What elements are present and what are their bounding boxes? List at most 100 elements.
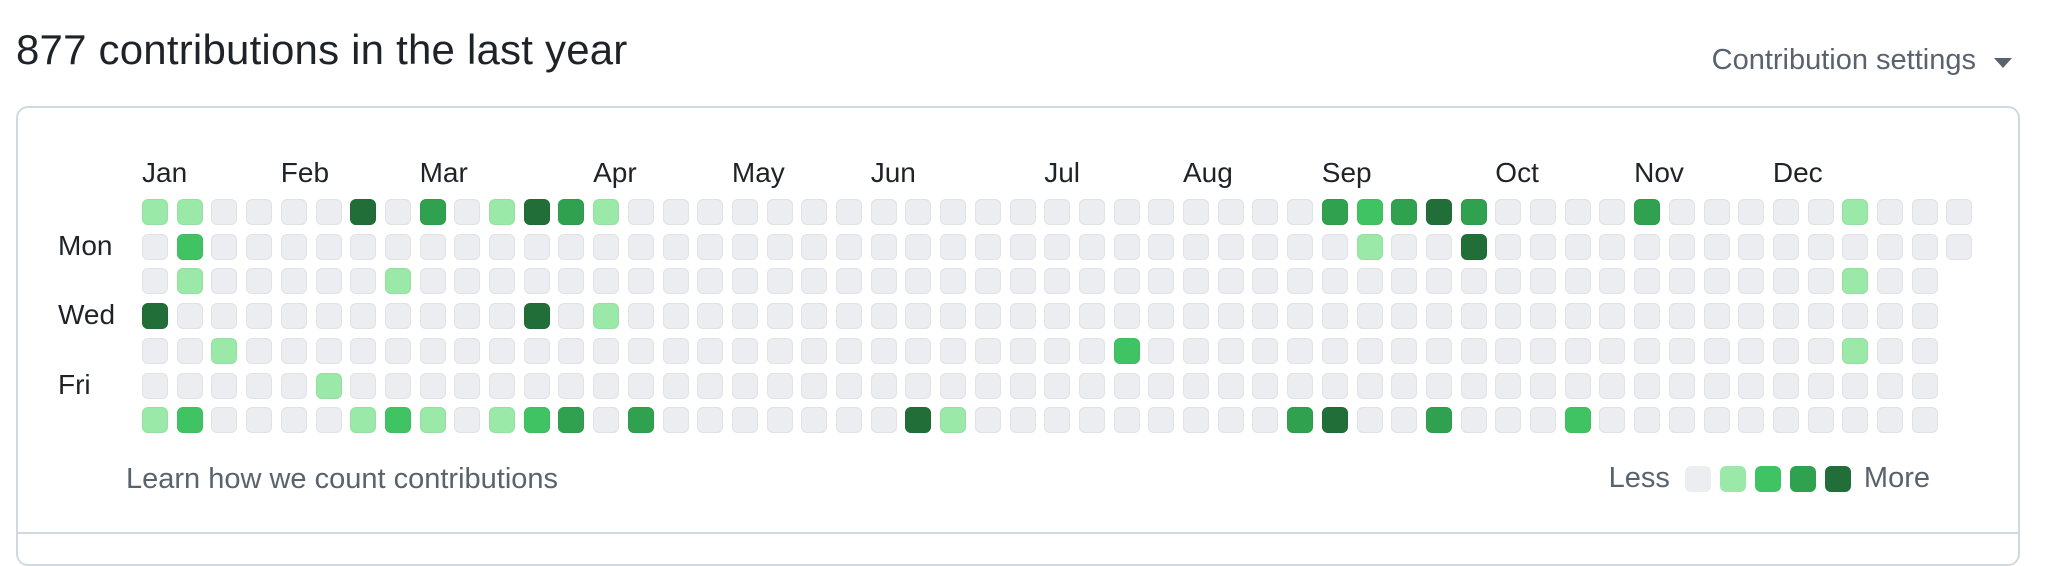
contribution-day-cell[interactable] xyxy=(905,337,932,364)
contribution-day-cell[interactable] xyxy=(1009,337,1036,364)
contribution-day-cell[interactable] xyxy=(176,337,203,364)
contribution-day-cell[interactable] xyxy=(350,233,377,260)
contribution-day-cell[interactable] xyxy=(974,407,1001,434)
contribution-day-cell[interactable] xyxy=(280,372,307,399)
contribution-day-cell[interactable] xyxy=(246,233,273,260)
contribution-day-cell[interactable] xyxy=(1078,268,1105,295)
contribution-day-cell[interactable] xyxy=(454,337,481,364)
contribution-day-cell[interactable] xyxy=(1321,233,1348,260)
contribution-day-cell[interactable] xyxy=(142,337,168,364)
contribution-day-cell[interactable] xyxy=(454,372,481,399)
contribution-day-cell[interactable] xyxy=(1252,337,1279,364)
contribution-day-cell[interactable] xyxy=(558,407,585,434)
contribution-day-cell[interactable] xyxy=(1772,233,1799,260)
contribution-day-cell[interactable] xyxy=(1252,303,1279,330)
contribution-day-cell[interactable] xyxy=(1078,337,1105,364)
contribution-day-cell[interactable] xyxy=(1495,407,1522,434)
contribution-day-cell[interactable] xyxy=(384,372,411,399)
contribution-day-cell[interactable] xyxy=(1842,337,1869,364)
contribution-day-cell[interactable] xyxy=(1183,199,1209,225)
contribution-day-cell[interactable] xyxy=(1113,372,1140,399)
contribution-day-cell[interactable] xyxy=(1842,303,1869,330)
contribution-day-cell[interactable] xyxy=(627,199,654,225)
contribution-day-cell[interactable] xyxy=(1634,303,1661,330)
contribution-day-cell[interactable] xyxy=(350,372,377,399)
contribution-day-cell[interactable] xyxy=(940,199,967,225)
contribution-day-cell[interactable] xyxy=(1599,372,1626,399)
contribution-day-cell[interactable] xyxy=(489,303,515,330)
contribution-day-cell[interactable] xyxy=(1738,303,1765,330)
contribution-day-cell[interactable] xyxy=(1911,233,1938,260)
contribution-day-cell[interactable] xyxy=(489,233,515,260)
contribution-day-cell[interactable] xyxy=(1148,372,1175,399)
contribution-day-cell[interactable] xyxy=(1495,337,1522,364)
contribution-day-cell[interactable] xyxy=(801,407,828,434)
contribution-day-cell[interactable] xyxy=(766,372,793,399)
contribution-day-cell[interactable] xyxy=(836,303,862,330)
contribution-day-cell[interactable] xyxy=(1287,372,1314,399)
contribution-day-cell[interactable] xyxy=(454,407,481,434)
contribution-day-cell[interactable] xyxy=(940,303,967,330)
contribution-day-cell[interactable] xyxy=(1009,268,1036,295)
contribution-day-cell[interactable] xyxy=(1599,268,1626,295)
contribution-day-cell[interactable] xyxy=(1425,407,1452,434)
contribution-day-cell[interactable] xyxy=(1495,372,1522,399)
contribution-day-cell[interactable] xyxy=(1425,199,1452,225)
contribution-day-cell[interactable] xyxy=(1530,407,1556,434)
contribution-day-cell[interactable] xyxy=(419,337,446,364)
contribution-day-cell[interactable] xyxy=(523,233,550,260)
contribution-day-cell[interactable] xyxy=(1356,407,1383,434)
contribution-day-cell[interactable] xyxy=(1807,199,1834,225)
contribution-day-cell[interactable] xyxy=(1703,337,1730,364)
contribution-day-cell[interactable] xyxy=(1113,337,1140,364)
contribution-day-cell[interactable] xyxy=(1425,303,1452,330)
contribution-day-cell[interactable] xyxy=(558,268,585,295)
contribution-day-cell[interactable] xyxy=(384,233,411,260)
contribution-day-cell[interactable] xyxy=(1634,407,1661,434)
contribution-day-cell[interactable] xyxy=(1113,268,1140,295)
contribution-day-cell[interactable] xyxy=(766,337,793,364)
contribution-day-cell[interactable] xyxy=(1009,199,1036,225)
contribution-day-cell[interactable] xyxy=(766,199,793,225)
contribution-day-cell[interactable] xyxy=(1183,407,1209,434)
contribution-day-cell[interactable] xyxy=(211,233,238,260)
contribution-day-cell[interactable] xyxy=(246,199,273,225)
contribution-day-cell[interactable] xyxy=(523,337,550,364)
contribution-day-cell[interactable] xyxy=(1772,303,1799,330)
contribution-day-cell[interactable] xyxy=(1183,337,1209,364)
contribution-day-cell[interactable] xyxy=(384,407,411,434)
contribution-day-cell[interactable] xyxy=(1217,407,1244,434)
contribution-day-cell[interactable] xyxy=(1391,199,1418,225)
contribution-day-cell[interactable] xyxy=(1391,268,1418,295)
contribution-day-cell[interactable] xyxy=(1113,303,1140,330)
contribution-settings-button[interactable]: Contribution settings xyxy=(1712,44,2012,77)
contribution-day-cell[interactable] xyxy=(1911,407,1938,434)
contribution-day-cell[interactable] xyxy=(593,199,620,225)
contribution-day-cell[interactable] xyxy=(211,268,238,295)
contribution-day-cell[interactable] xyxy=(419,199,446,225)
contribution-day-cell[interactable] xyxy=(489,199,515,225)
contribution-day-cell[interactable] xyxy=(1148,303,1175,330)
contribution-day-cell[interactable] xyxy=(1391,372,1418,399)
contribution-day-cell[interactable] xyxy=(1877,268,1903,295)
contribution-day-cell[interactable] xyxy=(731,233,758,260)
contribution-day-cell[interactable] xyxy=(1738,233,1765,260)
contribution-day-cell[interactable] xyxy=(1321,199,1348,225)
contribution-day-cell[interactable] xyxy=(1287,233,1314,260)
contribution-day-cell[interactable] xyxy=(176,233,203,260)
contribution-day-cell[interactable] xyxy=(1738,337,1765,364)
contribution-day-cell[interactable] xyxy=(1148,199,1175,225)
contribution-day-cell[interactable] xyxy=(1356,199,1383,225)
contribution-day-cell[interactable] xyxy=(1599,407,1626,434)
contribution-day-cell[interactable] xyxy=(1078,233,1105,260)
contribution-day-cell[interactable] xyxy=(1321,268,1348,295)
contribution-day-cell[interactable] xyxy=(246,407,273,434)
contribution-day-cell[interactable] xyxy=(1356,268,1383,295)
contribution-day-cell[interactable] xyxy=(766,233,793,260)
contribution-day-cell[interactable] xyxy=(558,199,585,225)
contribution-day-cell[interactable] xyxy=(1044,372,1071,399)
contribution-day-cell[interactable] xyxy=(1044,407,1071,434)
contribution-day-cell[interactable] xyxy=(1460,199,1487,225)
contribution-day-cell[interactable] xyxy=(1772,372,1799,399)
contribution-day-cell[interactable] xyxy=(974,303,1001,330)
